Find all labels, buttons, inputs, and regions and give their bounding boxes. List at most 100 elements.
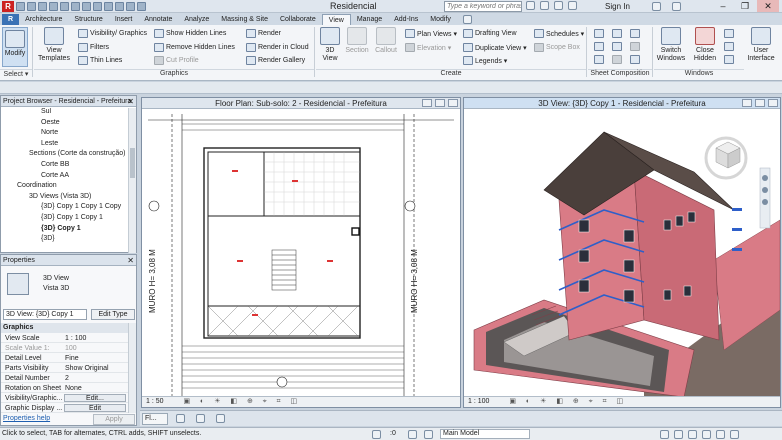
tree-item[interactable]: 3D Views (Vista 3D): [29, 193, 91, 200]
help-icon[interactable]: [672, 2, 681, 11]
tab-annotate[interactable]: Annotate: [138, 14, 178, 25]
dimension-icon[interactable]: [82, 2, 91, 11]
restore-view-icon[interactable]: [755, 99, 765, 107]
editable-only-icon[interactable]: [424, 430, 433, 439]
viewports-icon[interactable]: [612, 55, 622, 64]
property-row[interactable]: Detail Number 2: [1, 374, 129, 383]
view-tab-floor-plan[interactable]: Fl...: [142, 413, 168, 425]
tree-item[interactable]: Sul: [41, 108, 51, 115]
matchline-icon[interactable]: [630, 29, 640, 38]
tree-item[interactable]: Oeste: [41, 119, 60, 126]
edit-type-button[interactable]: Edit Type: [91, 309, 135, 320]
filter-icon[interactable]: [730, 430, 739, 439]
user-icon[interactable]: [568, 1, 577, 10]
titleblock-icon[interactable]: [612, 29, 622, 38]
sheet-icon[interactable]: [594, 29, 604, 38]
property-row[interactable]: Rotation on Sheet None: [1, 384, 129, 393]
tab-analyze[interactable]: Analyze: [178, 14, 215, 25]
modify-button[interactable]: Modify: [2, 27, 28, 67]
tree-item[interactable]: Norte: [41, 129, 58, 136]
legends-button[interactable]: Legends ▾: [463, 56, 507, 65]
property-row[interactable]: Visibility/Graphic... Edit...: [1, 394, 129, 403]
view-templates-button[interactable]: View Templates: [36, 27, 72, 63]
tree-item[interactable]: {3D} Copy 1: [41, 225, 81, 232]
tab-add-ins[interactable]: Add-Ins: [388, 14, 424, 25]
search-icon[interactable]: [526, 1, 535, 10]
elevation-button[interactable]: Elevation ▾: [405, 43, 451, 52]
favorites-icon[interactable]: [554, 1, 563, 10]
view-cube[interactable]: [704, 136, 748, 180]
print-icon[interactable]: [60, 2, 69, 11]
tile-icon[interactable]: [724, 55, 734, 64]
tree-item[interactable]: {3D}: [41, 235, 55, 242]
floor-plan-view[interactable]: Floor Plan: Sub-solo: 2 - Residencial - …: [141, 97, 461, 408]
property-row[interactable]: Scale Value 1: 100: [1, 344, 129, 353]
thin-lines-button[interactable]: Thin Lines: [78, 56, 122, 65]
tab-insert[interactable]: Insert: [109, 14, 139, 25]
close-icon[interactable]: ✕: [127, 97, 134, 106]
revisions-icon[interactable]: [612, 42, 622, 51]
graphics-panel-label[interactable]: Graphics: [34, 69, 314, 79]
windows-panel-label[interactable]: Windows: [654, 69, 744, 79]
tree-item[interactable]: Sections (Corte da construção): [29, 150, 126, 157]
design-options-icon[interactable]: [408, 430, 417, 439]
select-links-icon[interactable]: [660, 430, 669, 439]
tab-minimize-icon[interactable]: [176, 414, 185, 423]
undo-icon[interactable]: [38, 2, 47, 11]
tree-item[interactable]: Corte AA: [41, 172, 69, 179]
close-icon[interactable]: ✕: [127, 256, 134, 265]
3d-view-button[interactable]: 3D View: [318, 27, 342, 63]
sheet-composition-panel-label[interactable]: Sheet Composition: [588, 69, 652, 79]
section-button[interactable]: Section: [344, 27, 370, 55]
3d-view-icon[interactable]: [104, 2, 113, 11]
switch-windows-button[interactable]: Switch Windows: [656, 27, 686, 63]
tab-file[interactable]: R: [2, 14, 20, 25]
measure-icon[interactable]: [71, 2, 80, 11]
thin-lines-icon[interactable]: [126, 2, 135, 11]
revit-logo[interactable]: R: [2, 1, 14, 12]
graphics-group-header[interactable]: Graphics: [1, 323, 129, 333]
replicate-icon[interactable]: [724, 29, 734, 38]
minimize-button[interactable]: –: [712, 0, 734, 12]
3d-view-scale[interactable]: 1 : 100: [468, 398, 489, 405]
navigation-bar[interactable]: [759, 167, 771, 229]
visibility-graphics-button[interactable]: Visibility/ Graphics: [78, 29, 147, 38]
remove-hidden-lines-button[interactable]: Remove Hidden Lines: [154, 43, 235, 52]
render-gallery-button[interactable]: Render Gallery: [246, 56, 305, 65]
cut-profile-button[interactable]: Cut Profile: [154, 56, 199, 65]
close-windows-icon[interactable]: [137, 2, 146, 11]
guide-grid-icon[interactable]: [630, 42, 640, 51]
ribbon-toggle-icon[interactable]: [462, 15, 472, 24]
properties-scrollbar[interactable]: [128, 323, 136, 413]
view-icon[interactable]: [594, 42, 604, 51]
schedules-button[interactable]: Schedules ▾: [534, 29, 584, 38]
tab-manage[interactable]: Manage: [351, 14, 388, 25]
sheet-list-icon[interactable]: [630, 55, 640, 64]
tab-modify[interactable]: Modify: [424, 14, 457, 25]
close-view-icon[interactable]: [448, 99, 458, 107]
tab-restore-icon[interactable]: [196, 414, 205, 423]
save-icon[interactable]: [27, 2, 36, 11]
drag-elements-icon[interactable]: [716, 430, 725, 439]
cascade-icon[interactable]: [724, 42, 734, 51]
subscription-icon[interactable]: [540, 1, 549, 10]
tab-architecture[interactable]: Architecture: [19, 14, 68, 25]
tree-item[interactable]: {3D} Copy 1 Copy 1: [41, 214, 103, 221]
view-control-icons[interactable]: ▣ ◐ ☀ ◧ ⊕ ⌖ ⌗ ◫: [183, 398, 301, 405]
close-view-icon[interactable]: [768, 99, 778, 107]
apply-button[interactable]: Apply: [93, 414, 135, 425]
tab-structure[interactable]: Structure: [68, 14, 108, 25]
3d-model-render[interactable]: [464, 110, 780, 397]
filters-button[interactable]: Filters: [78, 43, 109, 52]
view-reference-icon[interactable]: [594, 55, 604, 64]
property-row[interactable]: View Scale 1 : 100: [1, 334, 129, 343]
minimize-view-icon[interactable]: [742, 99, 752, 107]
section-icon[interactable]: [115, 2, 124, 11]
view-control-icons[interactable]: ▣ ◐ ☀ ◧ ⊕ ⌖ ⌗ ◫: [509, 398, 627, 405]
minimize-view-icon[interactable]: [422, 99, 432, 107]
tab-close-icon[interactable]: [216, 414, 225, 423]
callout-button[interactable]: Callout: [372, 27, 400, 55]
search-input[interactable]: [444, 1, 522, 12]
tab-massing-site[interactable]: Massing & Site: [215, 14, 274, 25]
plan-views-button[interactable]: Plan Views ▾: [405, 29, 457, 38]
